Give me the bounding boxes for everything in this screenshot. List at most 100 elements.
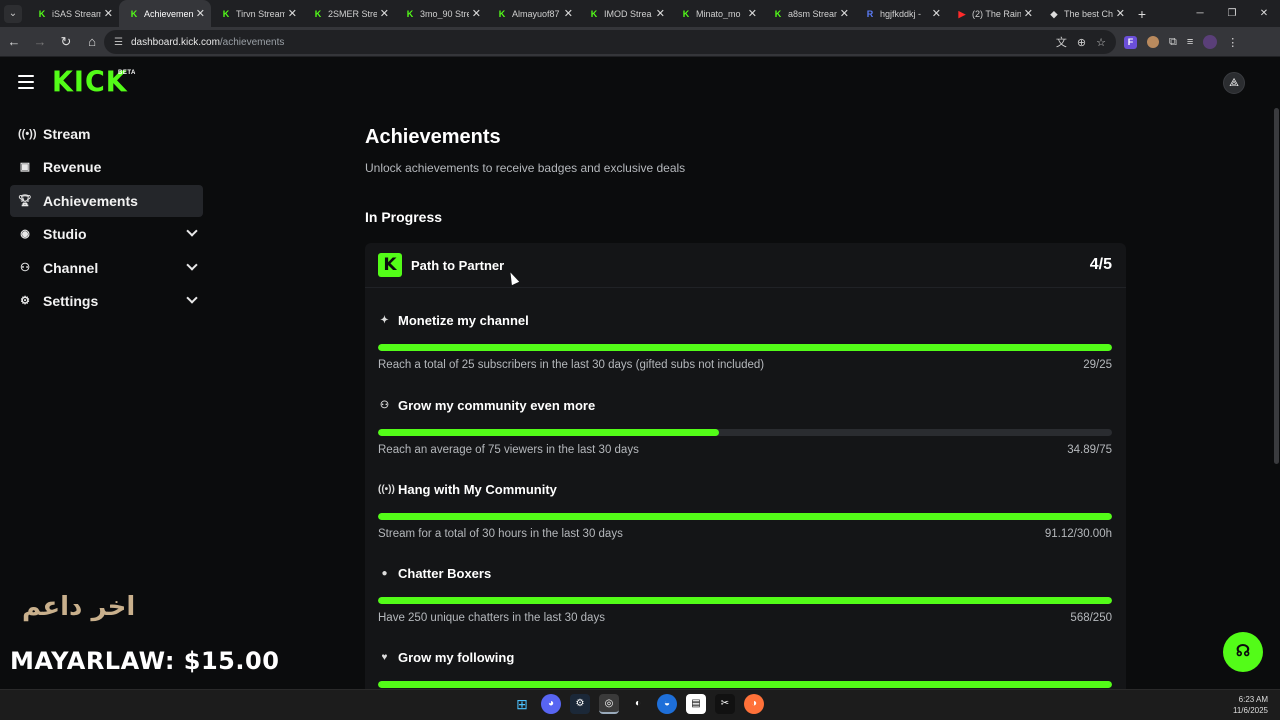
- sidebar-item-revenue[interactable]: ▣ Revenue: [10, 151, 203, 183]
- close-icon[interactable]: ✕: [840, 7, 849, 20]
- sidebar-item-label: Stream: [43, 126, 91, 142]
- browser-tab[interactable]: K 3mo_90 Stre ✕: [395, 0, 487, 27]
- sidebar-item-channel[interactable]: ⚇ Channel: [10, 252, 203, 284]
- close-icon[interactable]: ✕: [472, 7, 481, 20]
- close-icon[interactable]: ✕: [656, 7, 665, 20]
- profile-avatar-icon[interactable]: [1203, 35, 1218, 49]
- kick-favicon-icon: K: [406, 8, 414, 19]
- sidebar-item-stream[interactable]: ((•)) Stream: [10, 118, 203, 150]
- browser-tab[interactable]: K 2SMER Strea✕: [303, 0, 395, 27]
- clock-date: 11/6/2025: [1233, 706, 1268, 715]
- sidebar-nav: ((•)) Stream ▣ Revenue 🏆︎ Achievements ◉…: [10, 118, 203, 318]
- card-header[interactable]: K Path to Partner 4/5: [365, 243, 1126, 288]
- users-icon: ⚇: [20, 261, 30, 274]
- r-favicon-icon: R: [866, 8, 874, 19]
- chevron-down-icon[interactable]: [186, 225, 198, 237]
- close-icon[interactable]: ✕: [1116, 7, 1125, 20]
- sidebar-item-achievements[interactable]: 🏆︎ Achievements: [10, 184, 203, 217]
- browser-tab[interactable]: K Minato_mo ✕: [671, 0, 763, 27]
- system-clock[interactable]: 6:23 AM 11/6/2025: [1233, 694, 1268, 716]
- achievement-title: Monetize my channel: [398, 313, 529, 328]
- close-icon[interactable]: ✕: [932, 7, 941, 20]
- close-icon[interactable]: ✕: [196, 7, 205, 20]
- achievement-description: Have 250 unique chatters in the last 30 …: [378, 612, 605, 624]
- discord-icon[interactable]: ◕: [541, 694, 561, 714]
- browser-tab[interactable]: K Tirvn Stream ✕: [211, 0, 303, 27]
- kick-favicon-icon: K: [774, 8, 782, 19]
- browser-tab[interactable]: KiSAS Stream ✕: [27, 0, 119, 27]
- achievement-progress: 568/250: [1070, 612, 1112, 624]
- capcut-icon[interactable]: ✂: [715, 694, 735, 714]
- browser-tab[interactable]: K IMOD Strea ✕: [579, 0, 671, 27]
- back-arrow-icon[interactable]: ←: [2, 34, 26, 49]
- browser-tab[interactable]: ▶ (2) The Rain ✕: [947, 0, 1039, 27]
- extension-avatar-icon[interactable]: [1147, 36, 1159, 48]
- browser-tab[interactable]: Ka8sm Stream ✕: [763, 0, 855, 27]
- restore-icon[interactable]: ❐: [1216, 0, 1248, 27]
- tab-search-icon[interactable]: ⌄: [4, 4, 22, 23]
- reload-icon[interactable]: ↻: [54, 34, 78, 50]
- window-controls: ─ ❐ ✕: [1184, 0, 1280, 27]
- close-icon[interactable]: ✕: [1024, 7, 1033, 20]
- obs-icon[interactable]: ◐: [628, 694, 648, 714]
- extension-f-icon[interactable]: F: [1124, 35, 1137, 49]
- close-icon[interactable]: ✕: [380, 7, 389, 20]
- chrome-icon[interactable]: ◎: [599, 694, 619, 714]
- browser-tab[interactable]: K Almayuof87 ✕: [487, 0, 579, 27]
- sidebar-item-studio[interactable]: ◉ Studio: [10, 218, 203, 250]
- site-info-icon[interactable]: ☰: [114, 37, 123, 48]
- close-icon[interactable]: ✕: [564, 7, 573, 20]
- broadcast-icon: ((•)): [18, 128, 37, 140]
- achievement-description: Reach a total of 25 subscribers in the l…: [378, 359, 765, 371]
- close-icon[interactable]: ✕: [748, 7, 757, 20]
- progress-bar: [378, 344, 1112, 351]
- extensions-puzzle-icon[interactable]: ⧉: [1169, 36, 1177, 49]
- kick-favicon-icon: K: [222, 8, 230, 19]
- progress-bar: [378, 597, 1112, 604]
- steam-icon[interactable]: ⚙: [570, 694, 590, 714]
- chevron-down-icon[interactable]: [186, 292, 198, 304]
- address-bar[interactable]: ☰ dashboard.kick.com/achievements 文 ⊕ ☆: [104, 30, 1116, 54]
- page-title: Achievements: [365, 126, 501, 148]
- url-path: /achievements: [219, 36, 285, 48]
- zoom-icon[interactable]: ⊕: [1077, 36, 1086, 49]
- minimize-icon[interactable]: ─: [1184, 0, 1216, 27]
- user-avatar[interactable]: ⟁: [1223, 72, 1245, 94]
- tab-label: iSAS Stream: [52, 8, 101, 19]
- sidebar-item-settings[interactable]: ⚙ Settings: [10, 285, 203, 317]
- kick-logo[interactable]: KICK: [52, 66, 128, 99]
- support-headset-button[interactable]: ☊: [1223, 632, 1263, 672]
- notes-app-icon[interactable]: ▤: [686, 694, 706, 714]
- achievement-title: Grow my following: [398, 650, 515, 665]
- page-scrollbar[interactable]: [1274, 108, 1279, 464]
- media-controls-icon[interactable]: ≡: [1187, 36, 1193, 48]
- progress-fill: [378, 344, 1112, 351]
- achievement-progress: 34.89/75: [1067, 444, 1112, 456]
- browser-tab[interactable]: ◆ The best Ch ✕: [1039, 0, 1131, 27]
- windows-start-icon[interactable]: ⊞: [512, 694, 532, 714]
- url-host: dashboard.kick.com: [130, 36, 220, 48]
- bookmark-star-icon[interactable]: ☆: [1096, 36, 1106, 49]
- close-window-icon[interactable]: ✕: [1248, 0, 1280, 27]
- browser-tab[interactable]: Rhgjfkddkj - ✕: [855, 0, 947, 27]
- close-icon[interactable]: ✕: [104, 7, 113, 20]
- new-tab-plus-icon[interactable]: +: [1131, 6, 1153, 22]
- kick-favicon-icon: K: [682, 8, 690, 19]
- chevron-down-icon[interactable]: [186, 258, 198, 271]
- close-icon[interactable]: ✕: [288, 7, 297, 20]
- achievement-progress: 91.12/30.00h: [1044, 528, 1112, 540]
- user-plus-icon: ⚇: [380, 400, 389, 411]
- sidebar-item-label: Channel: [43, 259, 99, 276]
- home-icon[interactable]: ⌂: [80, 34, 104, 49]
- browser-menu-icon[interactable]: ⋮: [1227, 36, 1238, 49]
- translate-icon[interactable]: 文: [1056, 34, 1067, 50]
- broadcast-icon: ((•)): [378, 484, 395, 495]
- hamburger-menu-icon[interactable]: [18, 75, 34, 89]
- forward-arrow-icon[interactable]: →: [28, 34, 52, 49]
- tab-label: IMOD Strea: [604, 8, 652, 19]
- firefox-icon[interactable]: ◑: [744, 694, 764, 714]
- browser-tab-active[interactable]: K Achievements✕: [119, 0, 211, 27]
- browser-tab-strip: ⌄ KiSAS Stream✕ KAchievements✕ KTirvn St…: [0, 0, 1280, 27]
- overlay-donor-amount: MAYARLAW: $15.00: [10, 647, 280, 675]
- edge-icon[interactable]: ◒: [657, 694, 677, 714]
